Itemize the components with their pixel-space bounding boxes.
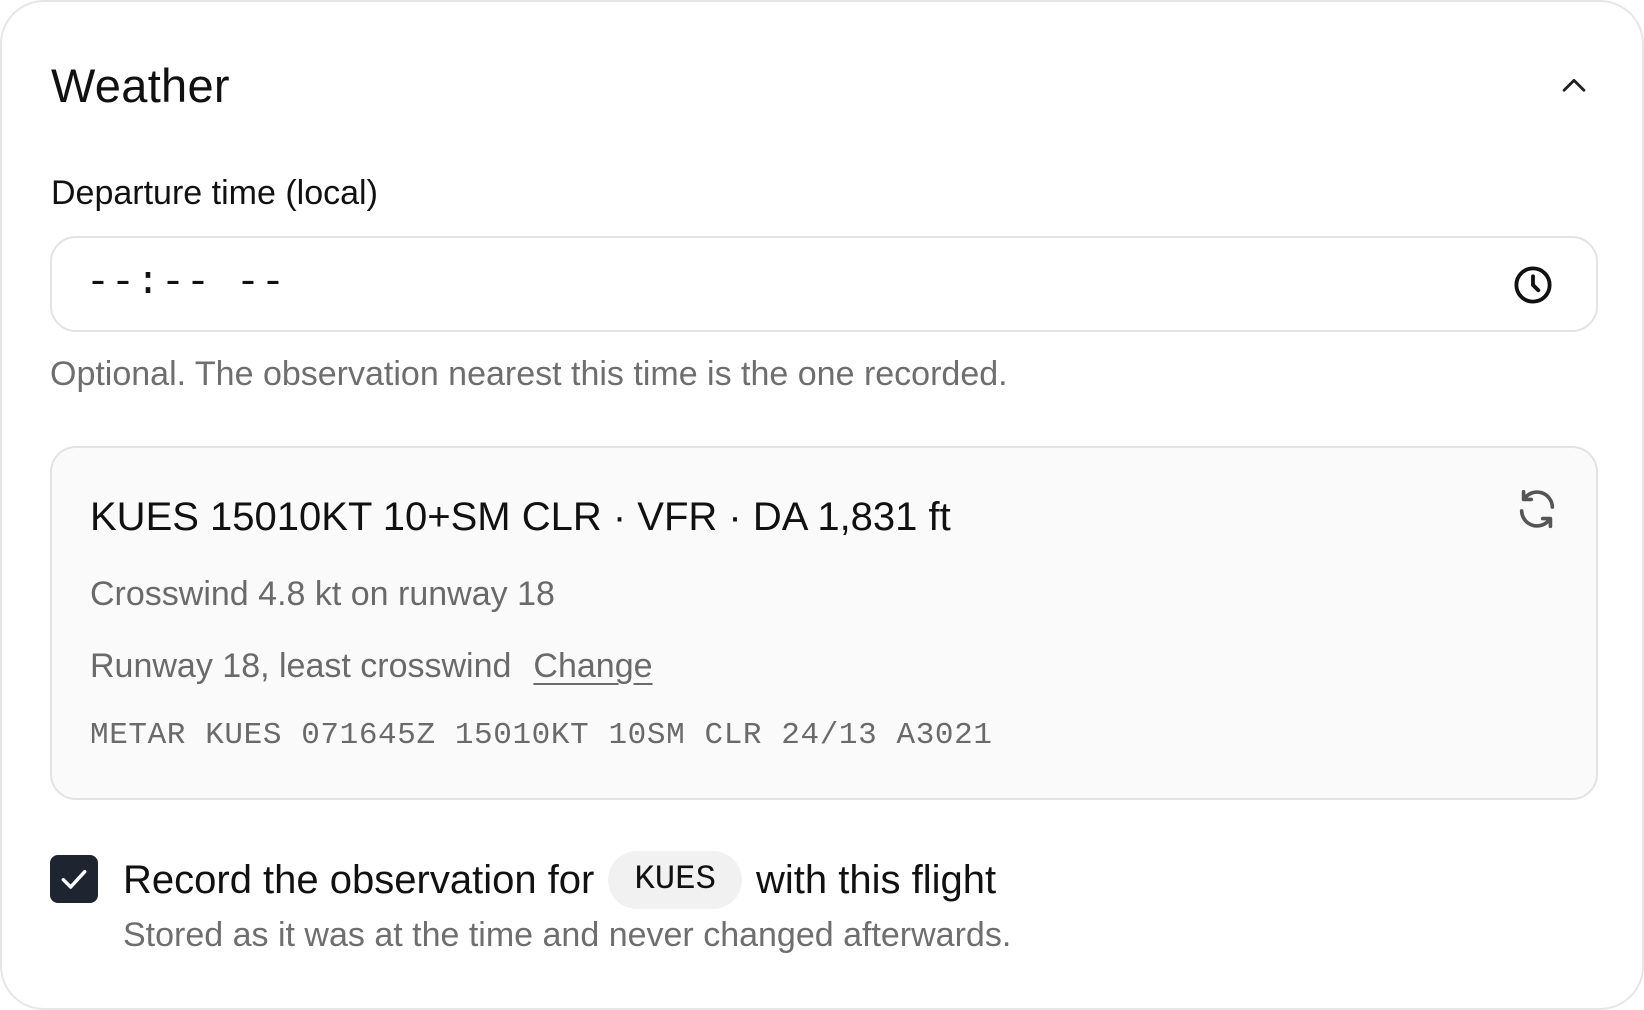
runway-selection-text: Runway 18, least crosswind	[90, 647, 512, 685]
collapse-button[interactable]	[1550, 62, 1598, 110]
crosswind-info: Crosswind 4.8 kt on runway 18	[90, 575, 555, 613]
departure-time-input[interactable]: --:-- --	[50, 236, 1598, 332]
checkmark-icon	[61, 869, 87, 889]
record-observation-checkbox[interactable]	[50, 855, 98, 903]
weather-card: Weather Departure time (local) --:-- -- …	[0, 0, 1644, 1010]
record-label-before: Record the observation for	[123, 858, 595, 902]
station-code-chip: KUES	[608, 851, 742, 909]
change-runway-link[interactable]: Change	[533, 647, 652, 685]
record-observation-label[interactable]: Record the observation for KUES with thi…	[123, 851, 996, 909]
departure-time-value[interactable]: --:-- --	[86, 260, 286, 308]
raw-metar: METAR KUES 071645Z 15010KT 10SM CLR 24/1…	[90, 718, 993, 753]
refresh-button[interactable]	[1512, 484, 1562, 534]
record-observation-subtext: Stored as it was at the time and never c…	[123, 916, 1012, 954]
refresh-icon	[1519, 489, 1555, 529]
clock-button[interactable]	[1508, 260, 1558, 310]
clock-icon	[1514, 266, 1552, 304]
departure-time-label: Departure time (local)	[51, 174, 378, 212]
record-label-after: with this flight	[756, 858, 997, 902]
departure-time-help: Optional. The observation nearest this t…	[50, 355, 1008, 393]
observation-summary: KUES 15010KT 10+SM CLR · VFR · DA 1,831 …	[90, 495, 951, 539]
section-title: Weather	[51, 59, 230, 112]
observation-panel: KUES 15010KT 10+SM CLR · VFR · DA 1,831 …	[50, 446, 1598, 800]
chevron-up-icon	[1562, 78, 1586, 92]
runway-info: Runway 18, least crosswind Change	[90, 645, 653, 687]
